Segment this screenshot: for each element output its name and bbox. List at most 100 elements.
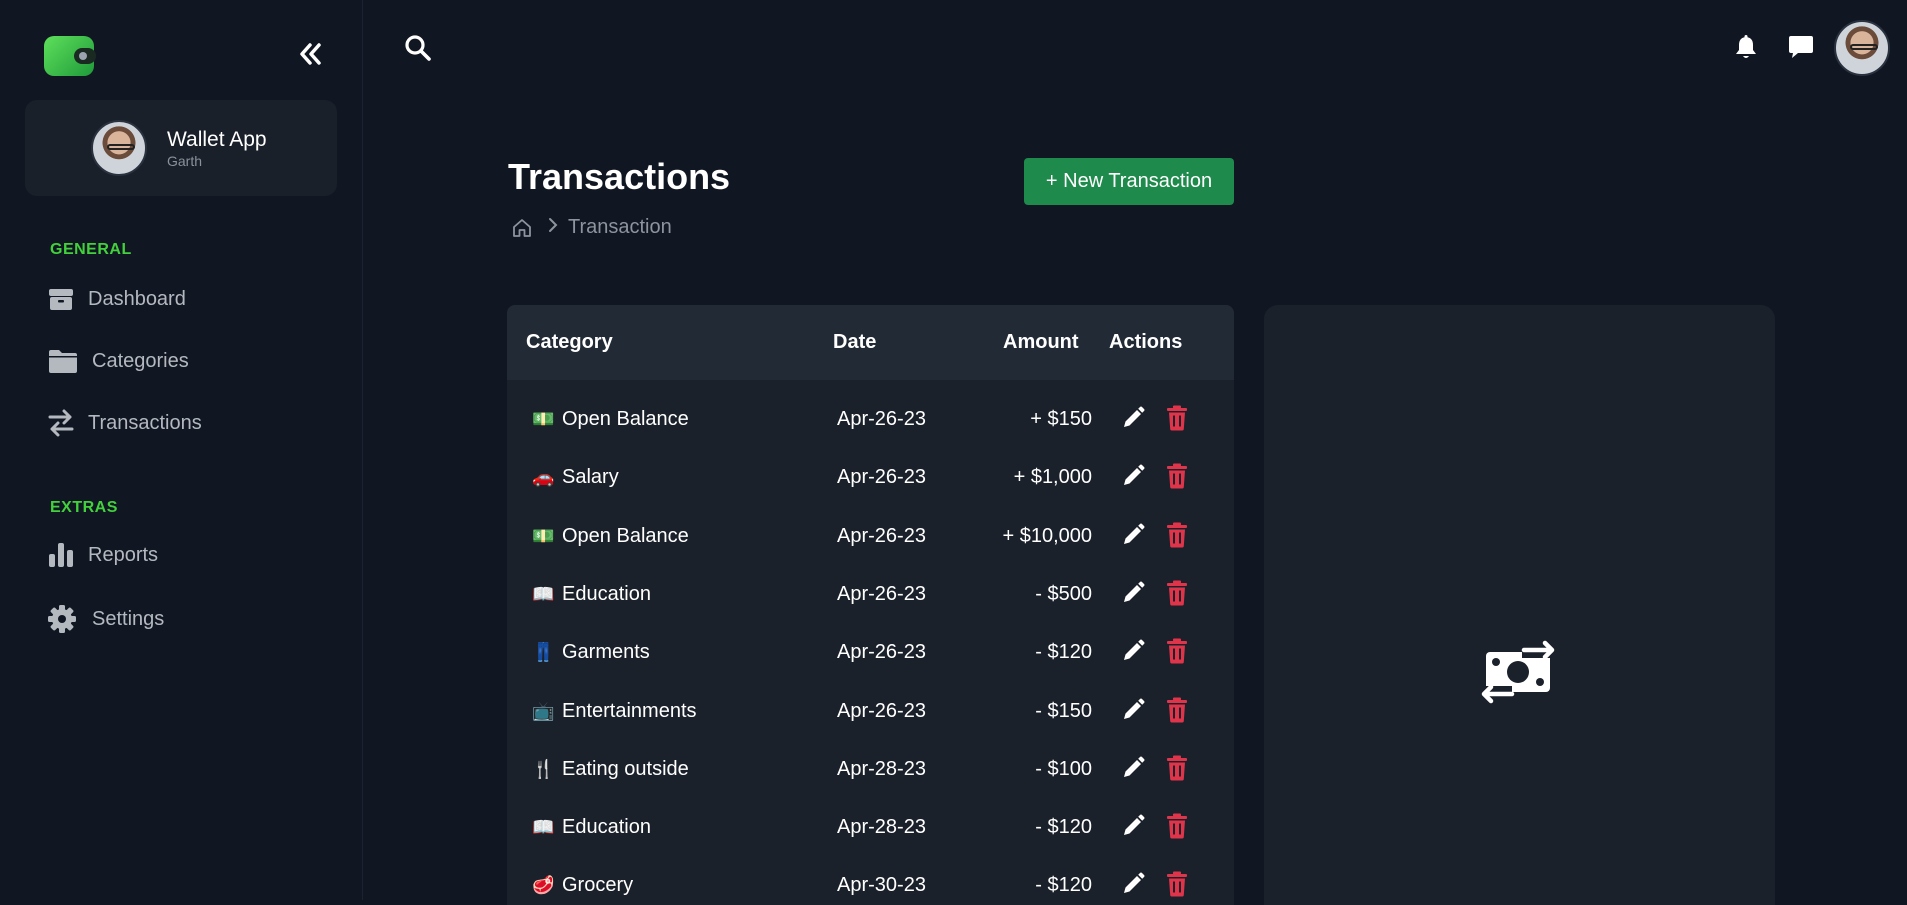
delete-button[interactable] — [1166, 697, 1188, 729]
category-cell: 💵 Open Balance — [532, 525, 689, 548]
amount-cell: - $120 — [1035, 641, 1092, 664]
trash-icon — [1166, 638, 1188, 669]
pencil-icon — [1121, 464, 1145, 493]
sidebar-item-dashboard[interactable]: Dashboard — [48, 282, 186, 316]
date-cell: Apr-28-23 — [837, 757, 926, 780]
pencil-icon — [1121, 698, 1145, 727]
category-cell: 🥩 Grocery — [532, 874, 633, 897]
date-cell: Apr-26-23 — [837, 466, 926, 489]
pencil-icon — [1121, 406, 1145, 435]
edit-button[interactable] — [1121, 523, 1145, 553]
sidebar-item-label: Categories — [92, 349, 189, 372]
edit-button[interactable] — [1121, 814, 1145, 844]
amount-cell: - $100 — [1035, 757, 1092, 780]
category-cell: 📖 Education — [532, 816, 651, 839]
date-cell: Apr-28-23 — [837, 816, 926, 839]
category-name: Education — [562, 816, 651, 839]
delete-button[interactable] — [1166, 755, 1188, 787]
category-name: Open Balance — [562, 408, 689, 430]
collapse-sidebar-button[interactable] — [296, 40, 324, 68]
amount-cell: - $150 — [1035, 699, 1092, 722]
trash-icon — [1166, 697, 1188, 728]
sidebar-item-transactions[interactable]: Transactions — [48, 406, 202, 440]
home-icon[interactable] — [512, 218, 532, 238]
edit-button[interactable] — [1121, 872, 1145, 902]
category-cell: 📖 Education — [532, 583, 651, 606]
date-cell: Apr-26-23 — [837, 582, 926, 605]
delete-button[interactable] — [1166, 580, 1188, 612]
pencil-icon — [1121, 814, 1145, 843]
new-transaction-button[interactable]: + New Transaction — [1024, 158, 1234, 205]
sidebar-item-label: Settings — [92, 607, 165, 630]
sidebar-item-categories[interactable]: Categories — [48, 344, 189, 378]
pencil-icon — [1121, 872, 1145, 901]
category-name: Open Balance — [562, 524, 689, 547]
edit-button[interactable] — [1121, 406, 1145, 436]
search-icon — [405, 35, 431, 61]
section-label-general: GENERAL — [50, 241, 132, 258]
table-row: 📺 Entertainments Apr-26-23 - $150 — [507, 684, 1234, 742]
chat-icon — [1789, 36, 1813, 58]
chevron-right-icon — [548, 216, 558, 239]
profile-avatar[interactable] — [1834, 20, 1890, 76]
messages-button[interactable] — [1788, 35, 1814, 64]
category-emoji-icon: 🚗 — [532, 467, 555, 488]
category-name: Garments — [562, 641, 650, 664]
delete-button[interactable] — [1166, 638, 1188, 670]
category-emoji-icon: 👖 — [532, 642, 555, 663]
amount-cell: - $500 — [1035, 582, 1092, 605]
trash-icon — [1166, 522, 1188, 553]
delete-button[interactable] — [1166, 522, 1188, 554]
amount-cell: + $1,000 — [1013, 466, 1092, 489]
amount-cell: + $150 — [1030, 408, 1092, 430]
category-emoji-icon: 📺 — [532, 700, 555, 721]
amount-cell: - $120 — [1035, 816, 1092, 839]
delete-button[interactable] — [1166, 813, 1188, 845]
breadcrumb-current: Transaction — [568, 216, 672, 238]
category-name: Entertainments — [562, 699, 697, 722]
delete-button[interactable] — [1166, 463, 1188, 495]
delete-button[interactable] — [1166, 405, 1188, 437]
notifications-button[interactable] — [1734, 34, 1758, 65]
edit-button[interactable] — [1121, 464, 1145, 494]
category-emoji-icon: 📖 — [532, 817, 555, 838]
box-icon — [48, 286, 78, 312]
sidebar-item-reports[interactable]: Reports — [48, 538, 158, 572]
column-header-amount: Amount — [1003, 331, 1079, 353]
edit-button[interactable] — [1121, 756, 1145, 786]
user-name: Garth — [167, 153, 203, 169]
sidebar-item-settings[interactable]: Settings — [48, 602, 164, 636]
trash-icon — [1166, 405, 1188, 436]
side-panel — [1264, 305, 1775, 905]
double-chevron-left-icon — [300, 43, 321, 65]
arrows-swap-icon — [48, 409, 78, 437]
user-card[interactable]: Wallet App Garth — [25, 100, 337, 196]
category-name: Salary — [562, 466, 619, 489]
trash-icon — [1166, 813, 1188, 844]
delete-button[interactable] — [1166, 871, 1188, 903]
category-cell: 🍴 Eating outside — [532, 758, 689, 781]
category-cell: 📺 Entertainments — [532, 700, 697, 723]
category-emoji-icon: 💵 — [532, 409, 555, 429]
breadcrumb: Transaction — [512, 216, 672, 239]
date-cell: Apr-30-23 — [837, 874, 926, 897]
table-row: 🍴 Eating outside Apr-28-23 - $100 — [507, 742, 1234, 800]
edit-button[interactable] — [1121, 698, 1145, 728]
date-cell: Apr-26-23 — [837, 641, 926, 664]
section-label-extras: EXTRAS — [50, 499, 118, 516]
category-name: Eating outside — [562, 757, 689, 780]
category-emoji-icon: 📖 — [532, 583, 555, 604]
table-row: 💵 Open Balance Apr-26-23 + $10,000 — [507, 509, 1234, 567]
amount-cell: + $10,000 — [1002, 524, 1092, 547]
edit-button[interactable] — [1121, 581, 1145, 611]
folder-icon — [48, 348, 82, 374]
sidebar-item-label: Reports — [88, 543, 159, 566]
pencil-icon — [1121, 581, 1145, 610]
pencil-icon — [1121, 523, 1145, 552]
date-cell: Apr-26-23 — [837, 699, 926, 722]
edit-button[interactable] — [1121, 639, 1145, 669]
column-header-actions: Actions — [1109, 331, 1183, 353]
bell-icon — [1736, 35, 1756, 58]
pencil-icon — [1121, 756, 1145, 785]
search-button[interactable] — [404, 34, 432, 67]
